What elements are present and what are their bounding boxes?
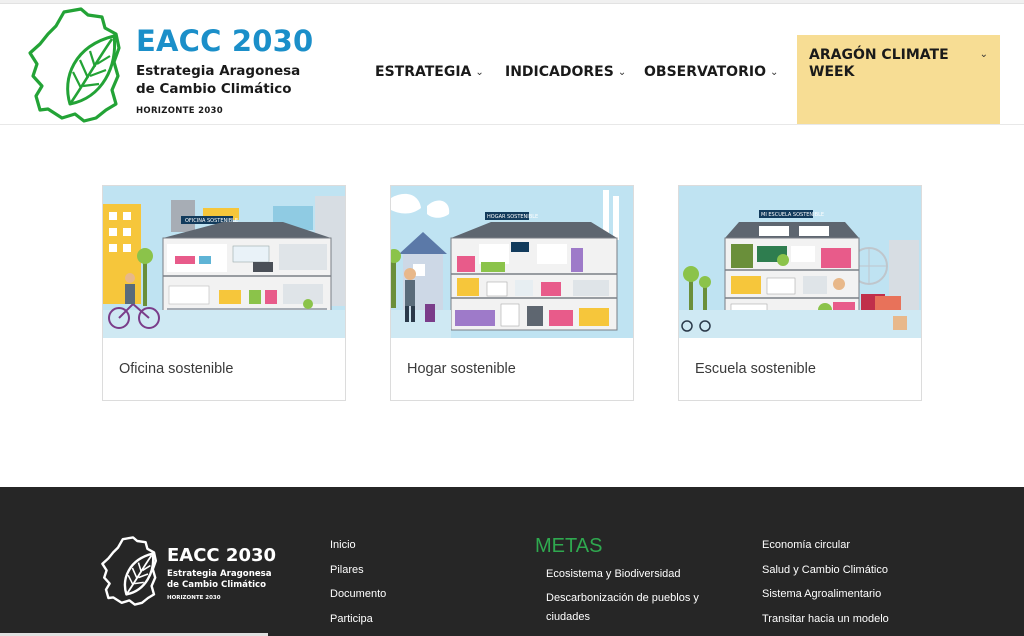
footer-link-economia-circular[interactable]: Economía circular [762,539,850,551]
nav-observatorio[interactable]: OBSERVATORIO ⌄ [644,62,778,82]
footer-link-transitar[interactable]: Transitar hacia un modelo [762,613,889,625]
chevron-down-icon: ⌄ [769,66,779,78]
card-caption: Oficina sostenible [119,361,234,377]
aragon-leaf-icon [28,7,121,123]
logo-horizon: HORIZONTE 2030 [136,106,223,116]
school-sign: MI ESCUELA SOSTENIBLE [761,212,824,218]
footer-link-documento[interactable]: Documento [330,588,386,600]
footer-link-participa[interactable]: Participa [330,613,373,625]
footer-link-descarbonizacion[interactable]: Descarbonización de pueblos y ciudades [546,589,726,627]
footer-link-ecosistema[interactable]: Ecosistema y Biodiversidad [546,565,726,584]
footer-logo-subtitle-line1: Estrategia Aragonesa [167,569,272,579]
site-logo[interactable]: EACC 2030 Estrategia Aragonesa de Cambio… [26,6,326,124]
card-caption: Escuela sostenible [695,361,816,377]
school-illustration: MI ESCUELA SOSTENIBLE [679,186,921,338]
chevron-down-icon: ⌄ [979,49,988,60]
climate-week-label: ARAGÓN CLIMATE WEEK [809,47,949,80]
home-sign: HOGAR SOSTENIBLE [487,214,538,220]
footer-link-inicio[interactable]: Inicio [330,539,356,551]
nav-indicadores[interactable]: INDICADORES ⌄ [505,62,626,82]
footer-logo[interactable]: EACC 2030 Estrategia Aragonesa de Cambio… [100,535,300,607]
nav-aragon-climate-week[interactable]: ARAGÓN CLIMATE WEEK ⌄ [797,35,1000,124]
logo-subtitle-line1: Estrategia Aragonesa [136,63,301,79]
site-footer: EACC 2030 Estrategia Aragonesa de Cambio… [0,487,1024,636]
nav-label: INDICADORES [505,64,614,80]
chevron-down-icon: ⌄ [617,66,627,78]
nav-label: OBSERVATORIO [644,64,766,80]
card-hogar-sostenible[interactable]: HOGAR SOSTENIBLE Hogar sostenible [390,185,634,401]
footer-logo-title: EACC 2030 [167,545,277,566]
logo-title: EACC 2030 [136,24,314,58]
card-caption: Hogar sostenible [407,361,516,377]
footer-link-pilares[interactable]: Pilares [330,564,364,576]
nav-estrategia[interactable]: ESTRATEGIA ⌄ [375,62,484,82]
site-header: EACC 2030 Estrategia Aragonesa de Cambio… [0,4,1024,125]
aragon-leaf-icon [101,536,157,606]
footer-metas-title: METAS [535,535,603,557]
footer-logo-horizon: HORIZONTE 2030 [167,595,221,601]
card-oficina-sostenible[interactable]: OFICINA SOSTENIBLE Oficina sostenible [102,185,346,401]
card-escuela-sostenible[interactable]: MI ESCUELA SOSTENIBLE Escuela sostenible [678,185,922,401]
home-illustration: HOGAR SOSTENIBLE [391,186,633,338]
footer-logo-subtitle-line2: de Cambio Climático [167,580,267,590]
footer-link-agroalimentario[interactable]: Sistema Agroalimentario [762,588,881,600]
chevron-down-icon: ⌄ [475,66,484,78]
office-illustration: OFICINA SOSTENIBLE [103,186,345,338]
page: EACC 2030 Estrategia Aragonesa de Cambio… [0,0,1024,636]
nav-label: ESTRATEGIA [375,64,472,80]
logo-subtitle-line2: de Cambio Climático [136,81,292,97]
footer-link-salud[interactable]: Salud y Cambio Climático [762,564,888,576]
